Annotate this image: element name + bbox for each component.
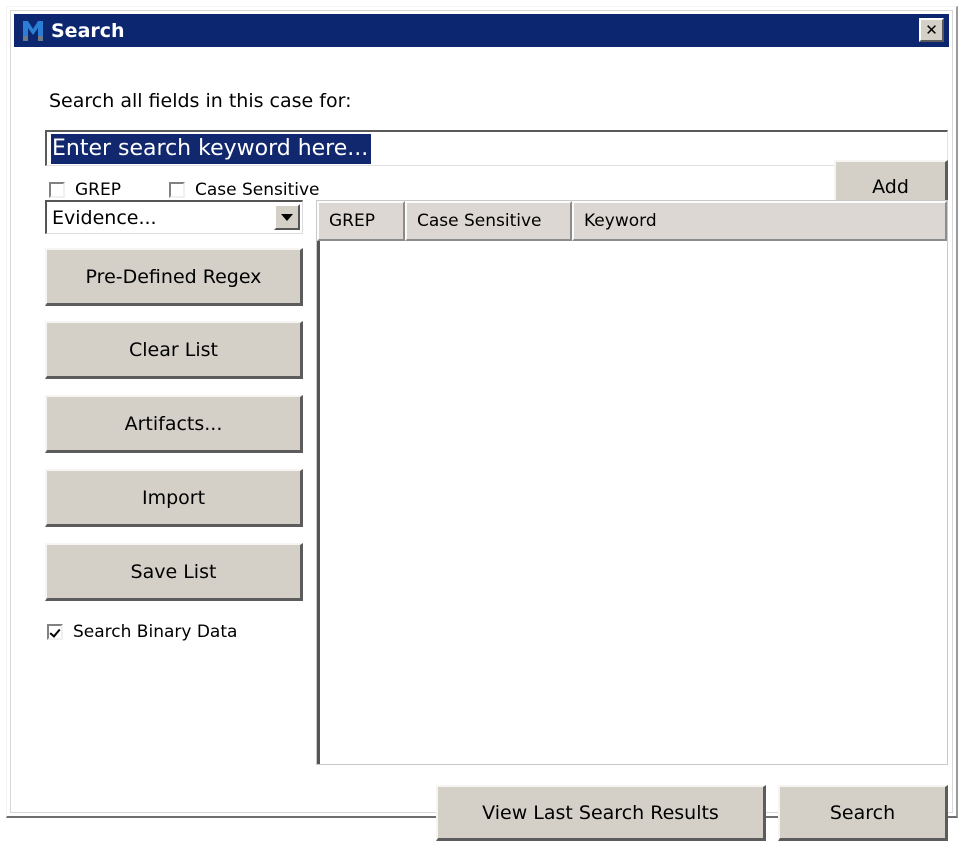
search-prompt-label: Search all fields in this case for: <box>49 90 352 112</box>
pre-defined-regex-button[interactable]: Pre-Defined Regex <box>45 248 303 306</box>
search-keyword-value: Enter search keyword here... <box>51 134 372 164</box>
close-button[interactable]: ✕ <box>919 18 944 42</box>
save-list-button[interactable]: Save List <box>45 543 303 601</box>
magnet-m-logo-icon <box>23 20 43 41</box>
title-bar[interactable]: Search ✕ <box>14 14 949 47</box>
search-dialog-window: Search ✕ Search all fields in this case … <box>6 6 958 841</box>
evidence-select[interactable]: Evidence... <box>45 200 303 234</box>
search-button[interactable]: Search <box>778 785 948 841</box>
search-binary-data-checkbox-label: Search Binary Data <box>73 622 238 642</box>
grep-checkbox-box <box>49 182 65 198</box>
view-last-search-results-button[interactable]: View Last Search Results <box>436 785 766 841</box>
chevron-down-icon[interactable] <box>274 204 300 230</box>
grep-checkbox[interactable]: GREP <box>49 180 121 200</box>
search-binary-data-checkbox-box <box>47 624 63 640</box>
keyword-list-body[interactable] <box>317 241 947 764</box>
case-sensitive-checkbox-box <box>169 182 185 198</box>
window-title: Search <box>51 19 125 42</box>
import-button[interactable]: Import <box>45 469 303 527</box>
keyword-list-header: GREP Case Sensitive Keyword <box>317 201 947 241</box>
dialog-content: Search all fields in this case for: Ente… <box>11 50 957 841</box>
evidence-select-value: Evidence... <box>52 206 157 229</box>
clear-list-button[interactable]: Clear List <box>45 321 303 379</box>
grep-checkbox-label: GREP <box>75 180 121 200</box>
artifacts-button[interactable]: Artifacts... <box>45 395 303 453</box>
window-inner-frame: Search ✕ Search all fields in this case … <box>10 10 953 841</box>
case-sensitive-checkbox[interactable]: Case Sensitive <box>169 180 320 200</box>
case-sensitive-checkbox-label: Case Sensitive <box>195 180 320 200</box>
keyword-list[interactable]: GREP Case Sensitive Keyword <box>316 200 948 765</box>
column-header-case-sensitive[interactable]: Case Sensitive <box>405 201 572 241</box>
search-keyword-input[interactable]: Enter search keyword here... <box>45 130 948 166</box>
column-header-keyword[interactable]: Keyword <box>572 201 947 241</box>
column-header-grep[interactable]: GREP <box>317 201 405 241</box>
search-binary-data-checkbox[interactable]: Search Binary Data <box>47 622 237 642</box>
